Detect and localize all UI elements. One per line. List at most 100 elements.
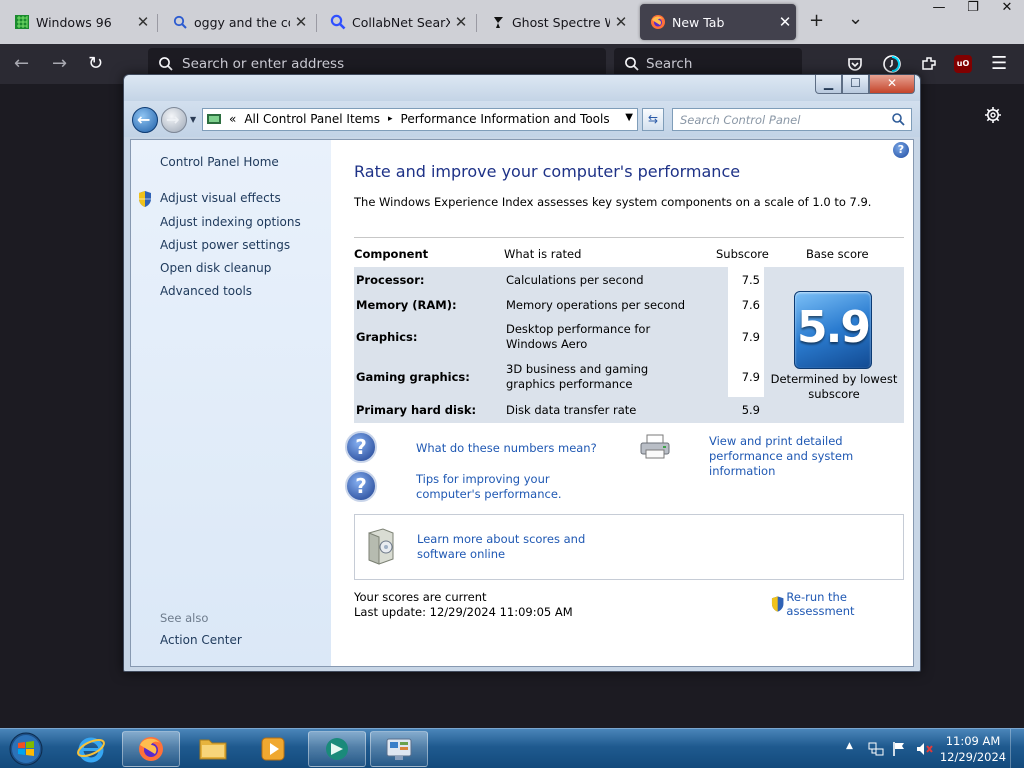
search-icon[interactable]	[891, 112, 905, 126]
network-icon[interactable]	[868, 741, 884, 757]
component-name: Graphics:	[356, 330, 418, 344]
component-name: Gaming graphics:	[356, 370, 470, 384]
search-icon	[625, 57, 639, 71]
extensions-icon[interactable]	[920, 55, 938, 73]
last-update: Last update: 12/29/2024 11:09:05 AM	[354, 605, 573, 619]
action-center-flag-icon[interactable]	[892, 741, 906, 757]
tab-list-button[interactable]: ⌄	[848, 8, 863, 29]
adjust-power-settings-link[interactable]: Adjust power settings	[160, 238, 290, 252]
volume-muted-icon[interactable]	[916, 741, 934, 757]
close-icon[interactable]: ✕	[450, 13, 472, 31]
what-numbers-mean-link[interactable]: What do these numbers mean?	[416, 441, 597, 456]
close-icon[interactable]: ✕	[610, 13, 632, 31]
minimize-button[interactable]: —	[922, 0, 956, 18]
tips-improving-link[interactable]: Tips for improving your computer's perfo…	[416, 472, 616, 502]
back-arrow-icon[interactable]: ←	[14, 53, 29, 74]
forward-button[interactable]: →	[161, 107, 187, 133]
maximize-button[interactable]: ☐	[842, 75, 869, 94]
navigation-bar: ← → ▼ « All Control Panel Items ▸ Perfor…	[124, 101, 920, 137]
main-content: ? Rate and improve your computer's perfo…	[331, 140, 913, 666]
address-bar[interactable]: « All Control Panel Items ▸ Performance …	[202, 108, 638, 131]
window-title-bar[interactable]: ▁ ☐ ✕	[124, 75, 920, 101]
rerun-assessment-link[interactable]: Re-run the assessment	[771, 590, 913, 618]
minimize-button[interactable]: ▁	[815, 75, 842, 94]
app-taskbar-button[interactable]	[308, 731, 366, 767]
tab-searxng[interactable]: CollabNet SearXNG ✕	[320, 4, 472, 40]
page-title: Rate and improve your computer's perform…	[354, 162, 741, 181]
table-row: Memory (RAM): Memory operations per seco…	[354, 293, 764, 317]
tab-windows-96[interactable]: Windows 96 ✕	[4, 4, 154, 40]
firefox-taskbar-button[interactable]	[122, 731, 180, 767]
refresh-button[interactable]: ⇆	[642, 108, 664, 131]
column-header: Component	[354, 247, 429, 261]
table-row: Graphics: Desktop performance for Window…	[354, 317, 764, 357]
show-hidden-icons-button[interactable]: ▲	[846, 741, 853, 751]
breadcrumb-overflow[interactable]: «	[229, 112, 236, 126]
control-panel-icon	[207, 114, 221, 124]
tab-title: Ghost Spectre Windows	[512, 14, 610, 30]
printer-icon	[640, 434, 670, 459]
chevron-down-icon[interactable]: ▼	[625, 112, 633, 123]
tab-title: Windows 96	[36, 14, 112, 30]
searxng-icon	[330, 14, 346, 30]
ublock-origin-icon[interactable]: uO	[954, 55, 972, 73]
rated-description: Disk data transfer rate	[506, 403, 637, 417]
column-header: What is rated	[504, 247, 582, 261]
help-icon[interactable]: ?	[893, 142, 909, 158]
table-header: Component What is rated Subscore Base sc…	[354, 237, 904, 267]
learn-more-box: Learn more about scores and software onl…	[354, 514, 904, 580]
tab-ghost-spectre[interactable]: Ghost Spectre Windows ✕	[480, 4, 632, 40]
gear-icon[interactable]	[984, 106, 1002, 124]
base-score-panel: 5.9 Determined by lowest subscore	[764, 267, 904, 423]
close-icon[interactable]: ✕	[774, 13, 796, 31]
back-button[interactable]: ←	[132, 107, 158, 133]
tab-new-tab[interactable]: New Tab ✕	[640, 4, 796, 40]
see-also-heading: See also	[160, 611, 209, 625]
breadcrumb-all-control-panel-items[interactable]: All Control Panel Items	[244, 112, 380, 126]
show-desktop-button[interactable]	[1010, 729, 1024, 768]
score-table: Component What is rated Subscore Base sc…	[354, 237, 904, 423]
pocket-icon[interactable]	[847, 56, 863, 72]
control-panel-taskbar-button[interactable]	[370, 731, 428, 767]
search-control-panel-input[interactable]: Search Control Panel	[672, 108, 912, 131]
advanced-tools-link[interactable]: Advanced tools	[160, 284, 252, 298]
control-panel-home-link[interactable]: Control Panel Home	[160, 155, 279, 169]
internet-explorer-button[interactable]	[62, 731, 120, 767]
breadcrumb-performance-info[interactable]: Performance Information and Tools	[401, 112, 610, 126]
browser-window-controls: — ❐ ✕	[922, 0, 1024, 18]
view-print-details-link[interactable]: View and print detailed performance and …	[709, 434, 909, 479]
forward-arrow-icon: →	[166, 110, 180, 129]
component-name: Primary hard disk:	[356, 403, 477, 417]
media-player-button[interactable]	[244, 731, 302, 767]
sync-account-icon[interactable]	[882, 54, 902, 74]
rated-description: Memory operations per second	[506, 298, 686, 312]
system-clock[interactable]: 11:09 AM 12/29/2024	[938, 733, 1008, 765]
uac-shield-icon	[771, 596, 784, 612]
action-center-link[interactable]: Action Center	[160, 633, 242, 647]
adjust-visual-effects-link[interactable]: Adjust visual effects	[160, 191, 281, 205]
file-explorer-button[interactable]	[184, 731, 242, 767]
close-button[interactable]: ✕	[990, 0, 1024, 18]
learn-more-scores-link[interactable]: Learn more about scores and software onl…	[417, 532, 637, 562]
tab-oggy-search[interactable]: oggy and the cockroaches ✕	[162, 4, 312, 40]
taskbar: ▲ 11:09 AM 12/29/2024	[0, 728, 1024, 768]
close-icon[interactable]: ✕	[290, 13, 312, 31]
tab-divider	[316, 14, 317, 32]
subscore-value: 7.9	[741, 330, 760, 344]
close-icon[interactable]: ✕	[132, 13, 154, 31]
recent-pages-dropdown[interactable]: ▼	[190, 115, 196, 124]
new-tab-button[interactable]: +	[809, 10, 824, 31]
forward-arrow-icon[interactable]: →	[52, 53, 67, 74]
breadcrumb-separator[interactable]: ▸	[388, 114, 393, 124]
score-status: Your scores are current	[354, 590, 487, 604]
menu-icon[interactable]: ☰	[991, 53, 1007, 74]
app-icon	[326, 738, 348, 760]
restore-button[interactable]: ❐	[956, 0, 990, 18]
page-intro: The Windows Experience Index assesses ke…	[354, 195, 872, 209]
close-button[interactable]: ✕	[869, 75, 915, 94]
reload-icon[interactable]: ↻	[88, 53, 103, 74]
adjust-indexing-options-link[interactable]: Adjust indexing options	[160, 215, 301, 229]
tab-title: CollabNet SearXNG	[352, 14, 450, 30]
start-button[interactable]	[6, 731, 46, 767]
open-disk-cleanup-link[interactable]: Open disk cleanup	[160, 261, 271, 275]
